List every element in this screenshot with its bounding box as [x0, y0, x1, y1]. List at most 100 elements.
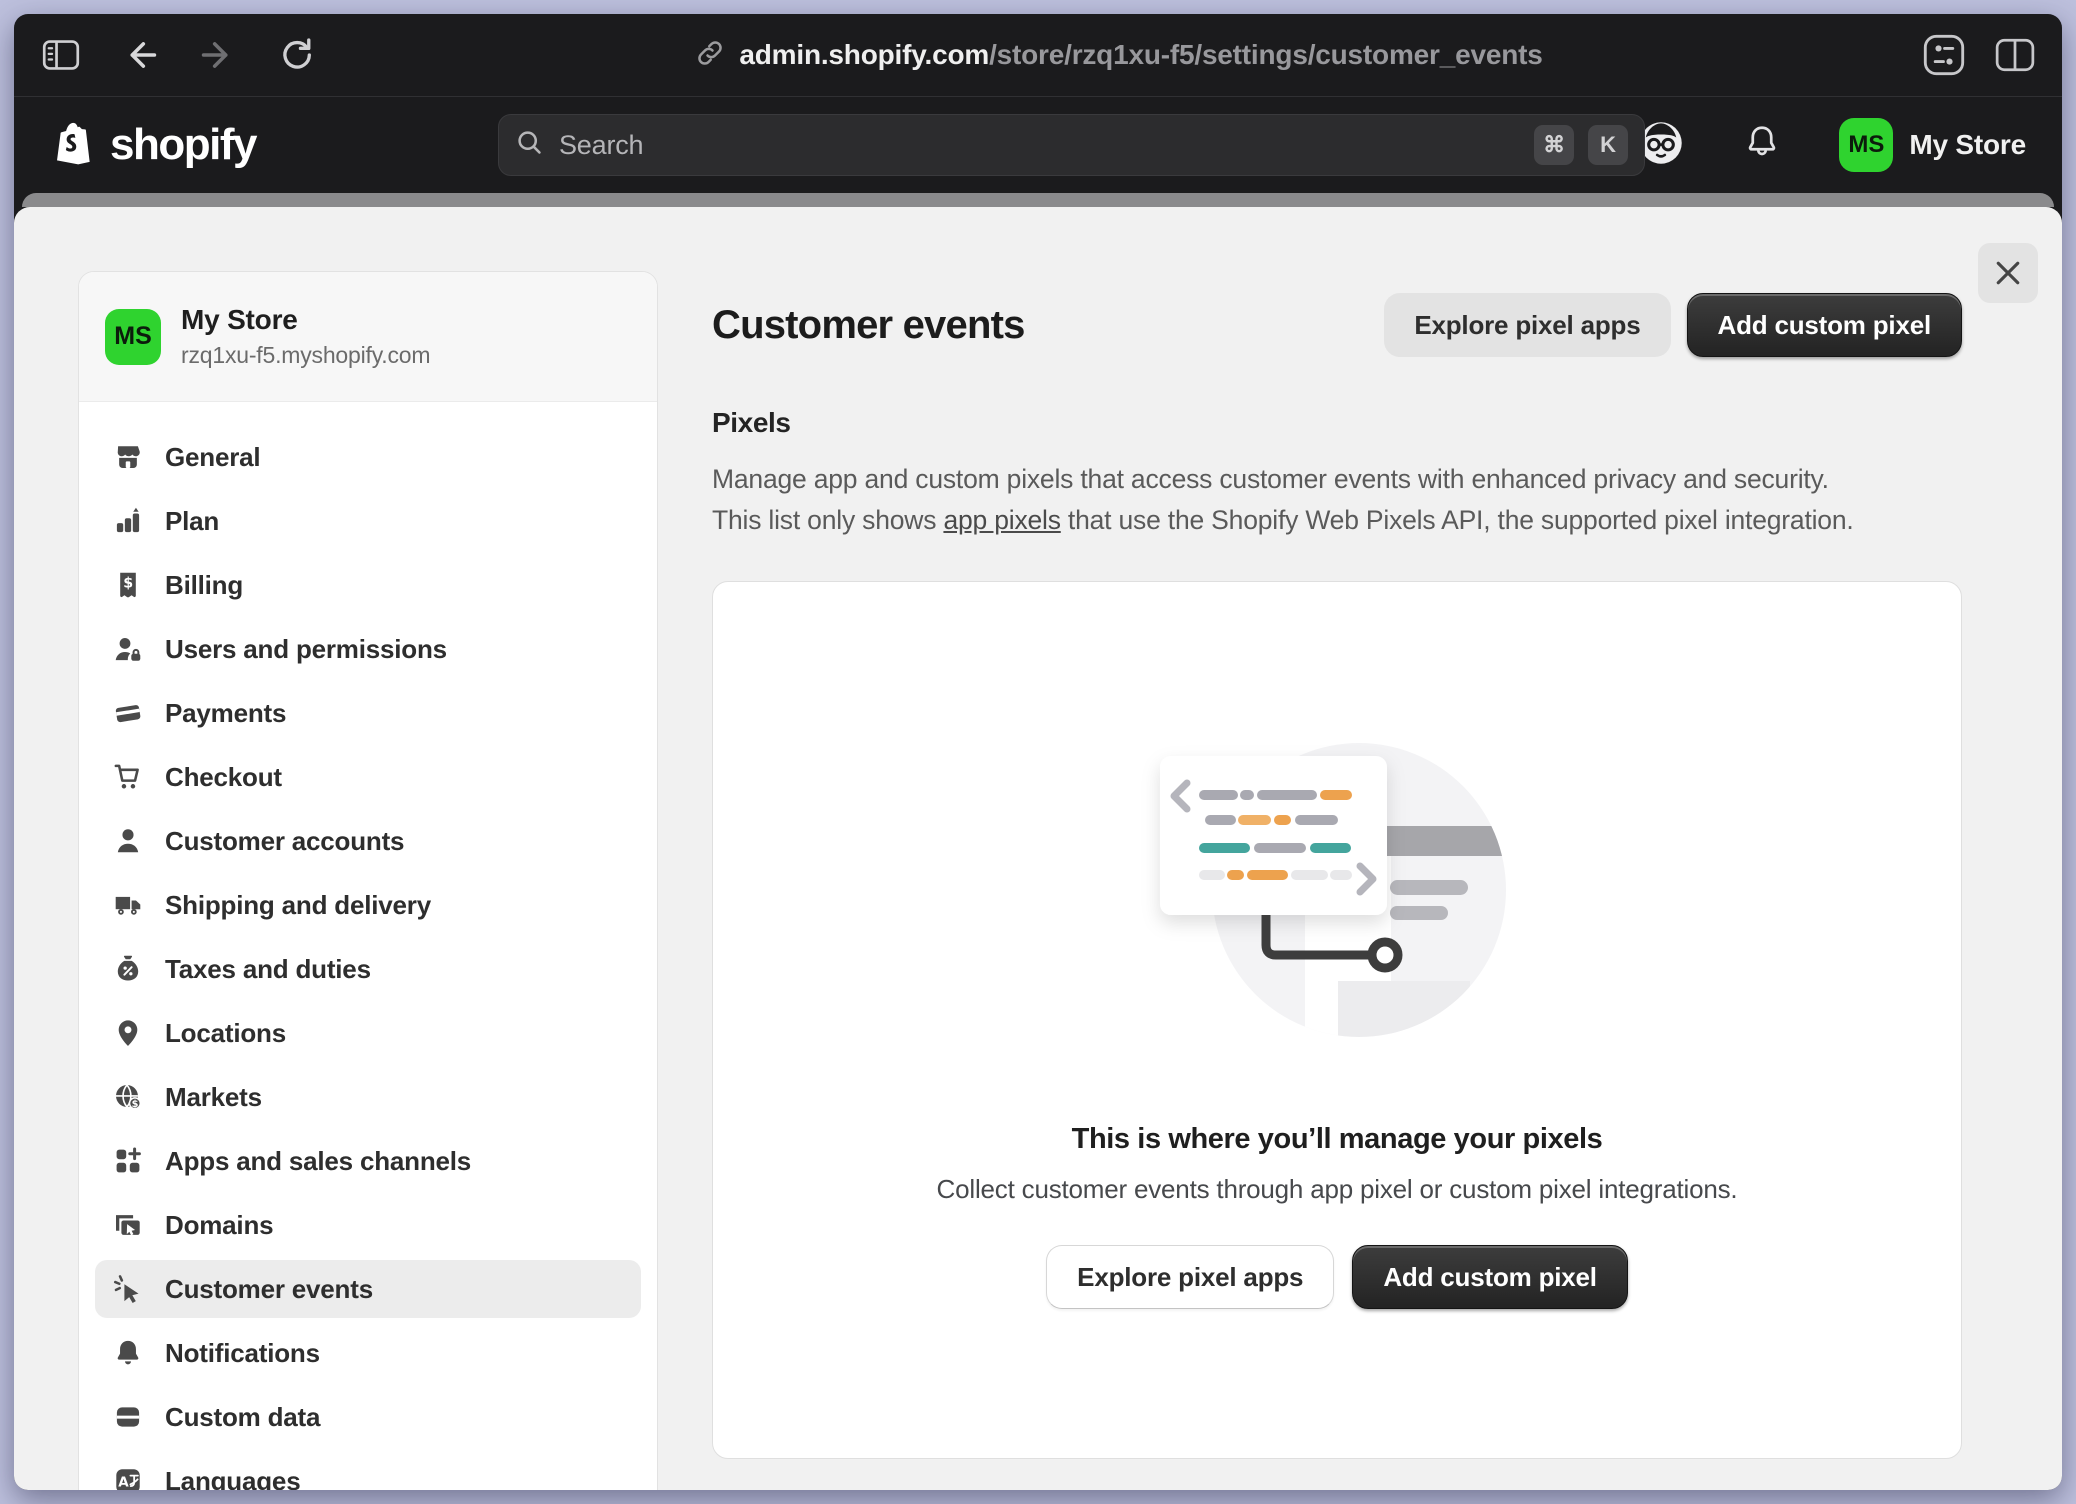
svg-text:$: $: [132, 1099, 139, 1110]
sidebar-item-billing[interactable]: $ Billing: [95, 556, 641, 614]
reload-icon[interactable]: [276, 35, 316, 75]
store-avatar: MS: [105, 309, 161, 365]
split-view-icon[interactable]: [1994, 34, 2036, 76]
close-icon: [1995, 260, 2021, 286]
sidebar-item-label: Payments: [165, 698, 286, 729]
empty-state-subtext: Collect customer events through app pixe…: [937, 1174, 1738, 1205]
close-button[interactable]: [1978, 243, 2038, 303]
person-icon: [113, 826, 143, 856]
shopify-logo[interactable]: shopify: [50, 119, 256, 171]
sidebar-item-general[interactable]: General: [95, 428, 641, 486]
store-card: MS My Store rzq1xu-f5.myshopify.com Gene…: [78, 271, 658, 1490]
sidebar-item-label: Languages: [165, 1466, 300, 1491]
explore-pixel-apps-button[interactable]: Explore pixel apps: [1384, 293, 1670, 357]
search-input[interactable]: Search ⌘ K: [498, 114, 1645, 176]
sidebar-item-label: Shipping and delivery: [165, 890, 431, 921]
sidebar-item-shipping-and-delivery[interactable]: Shipping and delivery: [95, 876, 641, 934]
payments-icon: [113, 698, 143, 728]
account-menu[interactable]: MS My Store: [1839, 118, 2026, 172]
shopify-bag-icon: [50, 119, 102, 171]
background-page-band: [22, 193, 2054, 207]
sidebar-item-label: Custom data: [165, 1402, 320, 1433]
sidebar-item-markets[interactable]: $ Markets: [95, 1068, 641, 1126]
sidebar-toggle-icon[interactable]: [40, 36, 82, 74]
account-name: My Store: [1909, 129, 2026, 161]
sidebar-item-locations[interactable]: Locations: [95, 1004, 641, 1062]
plan-icon: [113, 506, 143, 536]
empty-explore-pixel-apps-button[interactable]: Explore pixel apps: [1046, 1245, 1334, 1309]
apps-grid-icon: [113, 1146, 143, 1176]
sidebar-item-label: Users and permissions: [165, 634, 447, 665]
add-custom-pixel-button[interactable]: Add custom pixel: [1687, 293, 1963, 357]
sidebar-item-plan[interactable]: Plan: [95, 492, 641, 550]
pixels-illustration: [1135, 728, 1540, 1063]
sidebar-item-payments[interactable]: Payments: [95, 684, 641, 742]
svg-text:$: $: [123, 576, 133, 592]
sidebar-item-notifications[interactable]: Notifications: [95, 1324, 641, 1382]
sidebar-item-domains[interactable]: Domains: [95, 1196, 641, 1254]
sidebar-item-users-and-permissions[interactable]: Users and permissions: [95, 620, 641, 678]
notifications-bell-icon[interactable]: [1741, 122, 1783, 169]
sidebar-item-label: Notifications: [165, 1338, 320, 1369]
back-arrow-icon[interactable]: [120, 36, 160, 74]
billing-icon: $: [113, 570, 143, 600]
taxes-icon: [113, 954, 143, 984]
store-header: MS My Store rzq1xu-f5.myshopify.com: [79, 272, 657, 402]
sidebar-item-label: Customer events: [165, 1274, 373, 1305]
empty-add-custom-pixel-button[interactable]: Add custom pixel: [1352, 1245, 1628, 1309]
link-icon: [695, 38, 725, 73]
browser-window: admin.shopify.com/store/rzq1xu-f5/settin…: [14, 14, 2062, 1490]
svg-text:A: A: [118, 1475, 129, 1490]
search-placeholder: Search: [559, 130, 1520, 161]
forward-arrow-icon[interactable]: [198, 36, 238, 74]
cursor-events-icon: [113, 1274, 143, 1304]
store-domain: rzq1xu-f5.myshopify.com: [181, 342, 430, 369]
location-pin-icon: [113, 1018, 143, 1048]
sidebar-item-label: Plan: [165, 506, 219, 537]
sidebar-item-label: Taxes and duties: [165, 954, 371, 985]
sidebar-item-label: Billing: [165, 570, 243, 601]
empty-state-heading: This is where you’ll manage your pixels: [1072, 1123, 1603, 1156]
settings-sidebar: MS My Store rzq1xu-f5.myshopify.com Gene…: [14, 207, 658, 1490]
url-path: /store/rzq1xu-f5/settings/customer_event…: [989, 39, 1543, 70]
sidebar-item-checkout[interactable]: Checkout: [95, 748, 641, 806]
sidebar-item-label: Locations: [165, 1018, 286, 1049]
store-icon: [113, 442, 143, 472]
search-icon: [515, 128, 545, 163]
truck-icon: [113, 890, 143, 920]
sidebar-item-taxes-and-duties[interactable]: Taxes and duties: [95, 940, 641, 998]
domains-icon: [113, 1210, 143, 1240]
sidebar-item-customer-events[interactable]: Customer events: [95, 1260, 641, 1318]
url-host: admin.shopify.com: [739, 39, 989, 70]
settings-modal: MS My Store rzq1xu-f5.myshopify.com Gene…: [14, 207, 2062, 1490]
pixels-description: Manage app and custom pixels that access…: [712, 459, 1962, 541]
cmd-key-badge: ⌘: [1534, 125, 1574, 165]
pixels-heading: Pixels: [712, 407, 1962, 439]
account-avatar: MS: [1839, 118, 1893, 172]
users-icon: [113, 634, 143, 664]
page-title: Customer events: [712, 303, 1025, 348]
bell-icon: [113, 1338, 143, 1368]
sidebar-item-label: Checkout: [165, 762, 282, 793]
sidebar-item-languages[interactable]: A Languages: [95, 1452, 641, 1490]
browser-toolbar: admin.shopify.com/store/rzq1xu-f5/settin…: [14, 14, 2062, 96]
settings-main: Customer events Explore pixel apps Add c…: [658, 207, 2062, 1490]
sidebar-item-label: Domains: [165, 1210, 273, 1241]
k-key-badge: K: [1588, 125, 1628, 165]
sidebar-item-customer-accounts[interactable]: Customer accounts: [95, 812, 641, 870]
app-pixels-link[interactable]: app pixels: [943, 505, 1060, 535]
pixels-empty-state-card: This is where you’ll manage your pixels …: [712, 581, 1962, 1459]
sidebar-item-label: Customer accounts: [165, 826, 404, 857]
sidebar-item-apps-and-sales-channels[interactable]: Apps and sales channels: [95, 1132, 641, 1190]
languages-icon: A: [113, 1466, 143, 1490]
cart-icon: [113, 762, 143, 792]
globe-icon: $: [113, 1082, 143, 1112]
custom-data-icon: [113, 1402, 143, 1432]
browser-tune-icon[interactable]: [1922, 33, 1966, 77]
sidebar-item-label: Apps and sales channels: [165, 1146, 471, 1177]
sidebar-item-custom-data[interactable]: Custom data: [95, 1388, 641, 1446]
address-bar[interactable]: admin.shopify.com/store/rzq1xu-f5/settin…: [316, 38, 1922, 73]
app-header: shopify Search ⌘ K MS My Store: [14, 96, 2062, 193]
sidebar-item-label: Markets: [165, 1082, 262, 1113]
shopify-wordmark: shopify: [110, 120, 256, 170]
